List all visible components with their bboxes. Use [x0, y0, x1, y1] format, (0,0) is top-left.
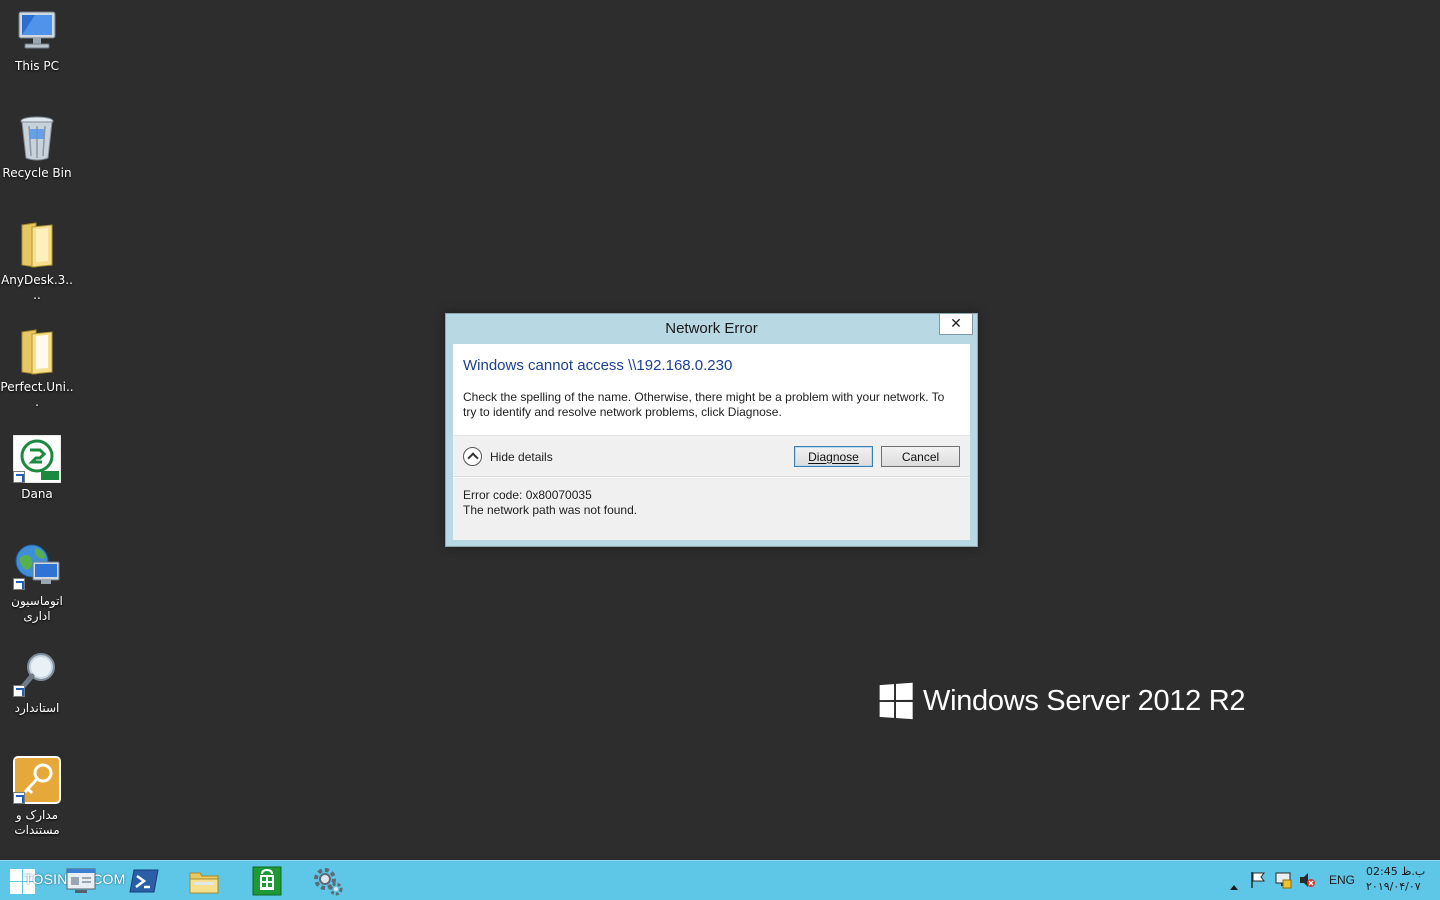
cancel-button[interactable]: Cancel: [881, 446, 960, 467]
close-icon: ✕: [950, 316, 962, 332]
file-explorer-icon: [189, 872, 219, 894]
clock[interactable]: 02:45 ب.ظ ۲۰۱۹/۰۴/۰۷: [1366, 864, 1426, 894]
taskbar-file-explorer[interactable]: [187, 865, 221, 897]
automation-globe-icon: [12, 541, 62, 591]
branding-text: Windows Server 2012 R2: [923, 685, 1246, 717]
main-instruction: Windows cannot access \\192.168.0.230: [463, 357, 733, 374]
desktop-icon-standard[interactable]: استاندارد: [0, 648, 74, 716]
desktop-icon-label: مدارک و مستندات: [14, 808, 60, 837]
details-text: Error code: 0x80070035 The network path …: [463, 488, 637, 518]
folder-icon: [12, 327, 62, 377]
shortcut-arrow-icon: [13, 685, 25, 697]
taskbar: TOSINSO.COM: [0, 860, 1440, 900]
close-button[interactable]: ✕: [939, 314, 973, 335]
server-manager-icon: [66, 868, 96, 893]
cancel-button-label: Cancel: [901, 449, 940, 464]
desktop-icon-label: Perfect.Uni...: [0, 380, 74, 409]
content-text: Check the spelling of the name. Otherwis…: [463, 390, 945, 419]
error-message: The network path was not found.: [463, 503, 638, 517]
dana-app-icon: [12, 434, 62, 484]
desktop-icon-label: AnyDesk.3....: [1, 273, 73, 302]
windows-logo-icon: [879, 682, 914, 721]
windows-server-branding: Windows Server 2012 R2: [878, 682, 1246, 721]
tray-overflow-chevron-icon[interactable]: [1229, 876, 1239, 895]
taskbar-settings[interactable]: [311, 865, 345, 897]
shortcut-arrow-icon: [13, 578, 25, 590]
clock-date: ۲۰۱۹/۰۴/۰۷: [1366, 880, 1421, 893]
dialog-titlebar[interactable]: Network Error ✕: [446, 314, 977, 344]
diagnose-button[interactable]: Diagnose: [794, 446, 873, 467]
desktop-icon-label: استاندارد: [14, 701, 60, 715]
chevron-up-icon: [463, 447, 482, 466]
taskbar-powershell[interactable]: [127, 865, 161, 897]
network-error-dialog: Network Error ✕ Windows cannot access \\…: [445, 313, 978, 547]
network-icon[interactable]: [1274, 871, 1292, 893]
input-language[interactable]: ENG: [1329, 873, 1355, 887]
powershell-icon: [129, 869, 159, 893]
desktop-icon-automation[interactable]: اتوماسیون اداری: [0, 541, 74, 624]
desktop-icon-perfect-uni[interactable]: Perfect.Uni...: [0, 327, 74, 410]
shortcut-arrow-icon: [13, 792, 25, 804]
error-code: Error code: 0x80070035: [463, 488, 592, 502]
shortcut-arrow-icon: [13, 471, 25, 483]
details-area: Error code: 0x80070035 The network path …: [453, 478, 970, 540]
key-icon: [12, 755, 62, 805]
desktop-icon-label: Recycle Bin: [2, 166, 72, 180]
desktop-icon-documents[interactable]: مدارک و مستندات: [0, 755, 74, 838]
dialog-title: Network Error: [665, 320, 758, 337]
hide-details-toggle[interactable]: Hide details: [463, 447, 553, 466]
desktop-icon-anydesk[interactable]: AnyDesk.3....: [0, 220, 74, 303]
dialog-content: Windows cannot access \\192.168.0.230 Ch…: [453, 344, 970, 540]
desktop-icon-label: Dana: [21, 487, 53, 501]
taskbar-server-manager[interactable]: [64, 865, 98, 897]
hide-details-label: Hide details: [490, 449, 553, 464]
desktop-icon-label: اتوماسیون اداری: [11, 594, 63, 623]
store-icon: [252, 866, 282, 896]
volume-muted-icon[interactable]: [1298, 871, 1316, 893]
magnifier-icon: [12, 648, 62, 698]
diagnose-button-label: Diagnose: [808, 449, 859, 464]
action-center-flag-icon[interactable]: [1250, 871, 1266, 893]
clock-time: 02:45 ب.ظ: [1366, 865, 1426, 878]
settings-gear-icon: [314, 868, 343, 896]
taskbar-store[interactable]: [250, 865, 284, 897]
desktop-icon-label: This PC: [15, 59, 59, 73]
desktop-icon-this-pc[interactable]: This PC: [0, 6, 74, 74]
folder-icon: [12, 220, 62, 270]
this-pc-icon: [12, 6, 62, 56]
recycle-bin-icon: [12, 113, 62, 163]
desktop-icon-recycle-bin[interactable]: Recycle Bin: [0, 113, 74, 181]
desktop-icon-dana[interactable]: Dana: [0, 434, 74, 502]
dialog-footer: Hide details Diagnose Cancel: [453, 435, 970, 477]
